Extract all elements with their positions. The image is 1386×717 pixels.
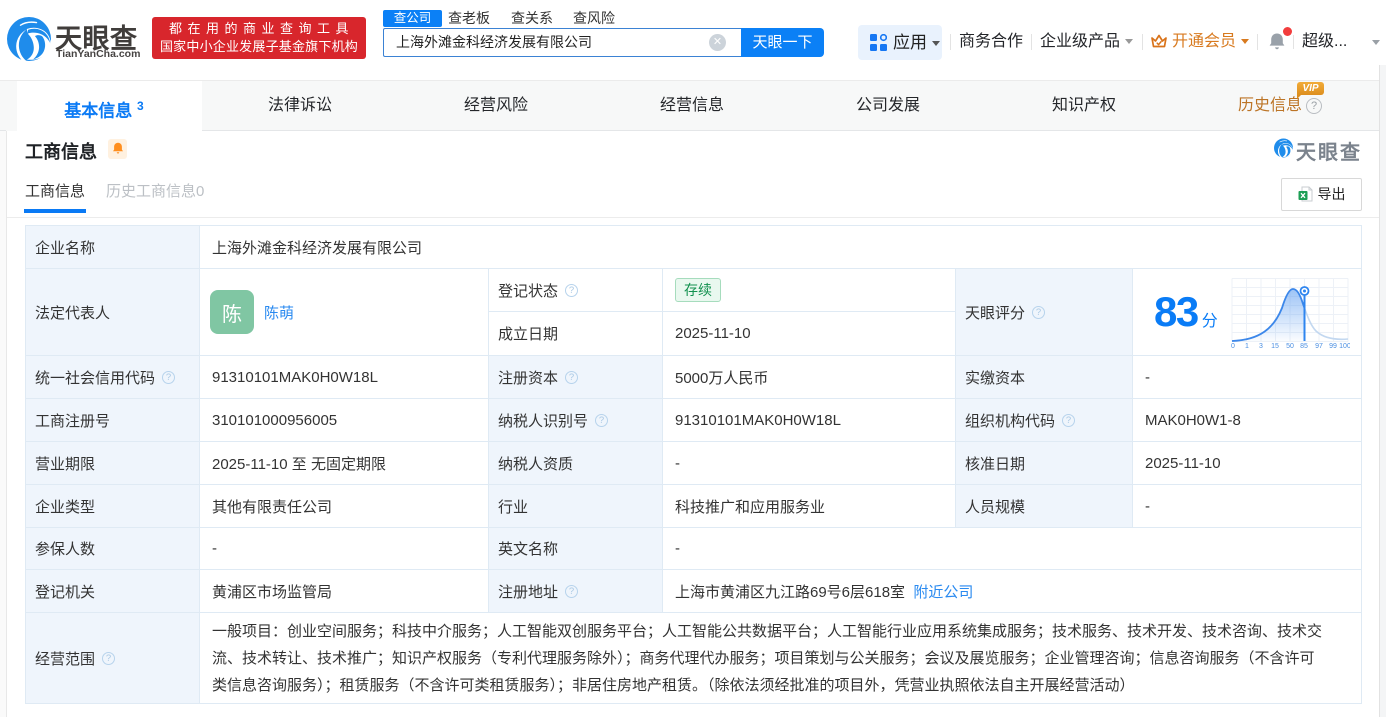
svg-text:1: 1 [1245, 343, 1249, 350]
svg-text:97: 97 [1315, 343, 1323, 350]
svg-text:99: 99 [1329, 343, 1337, 350]
svg-text:0: 0 [1231, 343, 1235, 350]
svg-text:100: 100 [1339, 343, 1350, 350]
svg-text:15: 15 [1271, 343, 1279, 350]
svg-text:3: 3 [1259, 343, 1263, 350]
svg-text:85: 85 [1300, 343, 1308, 350]
svg-text:50: 50 [1286, 343, 1294, 350]
